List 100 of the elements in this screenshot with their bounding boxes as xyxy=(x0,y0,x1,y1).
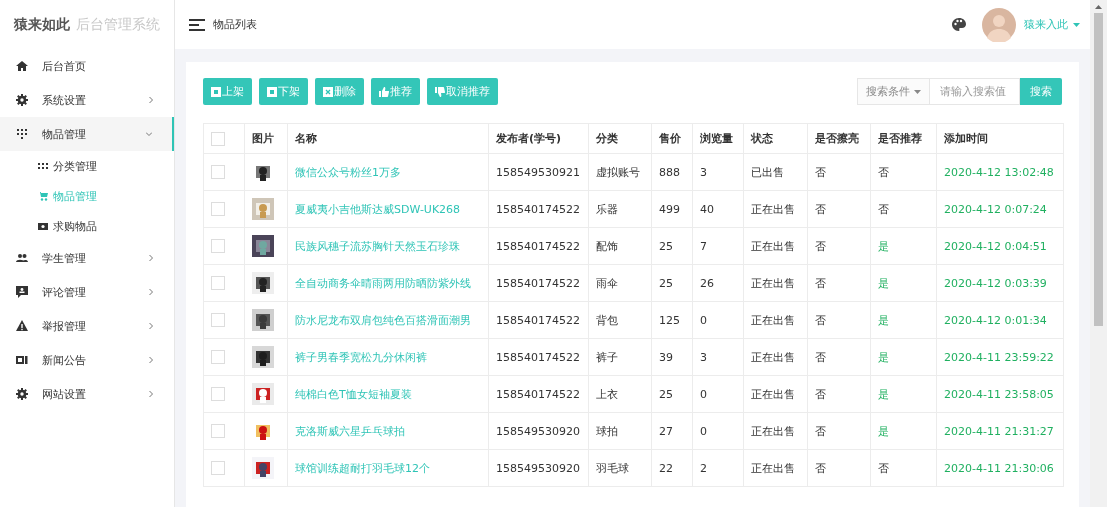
item-name-link[interactable]: 克洛斯威六星乒乓球拍 xyxy=(287,412,489,450)
table-cell: 配饰 xyxy=(588,227,652,265)
square-icon xyxy=(211,86,221,97)
table-cell: 2020-4-12 0:01:34 xyxy=(936,301,1064,339)
table-cell: 2020-4-11 21:31:27 xyxy=(936,412,1064,450)
sidebar-item[interactable]: 网站设置 xyxy=(0,377,174,411)
table-cell: 25 xyxy=(651,264,693,302)
sidebar-item[interactable]: 举报管理 xyxy=(0,309,174,343)
scroll-up-icon[interactable] xyxy=(1095,5,1102,9)
submenu-item[interactable]: 物品管理 xyxy=(0,181,174,211)
ticket-icon xyxy=(38,221,48,231)
item-name-link[interactable]: 夏威夷小吉他斯达威SDW-UK268 xyxy=(287,190,489,228)
chevron-icon xyxy=(148,255,154,261)
grid-icon xyxy=(38,161,48,171)
table-cell: 2020-4-12 0:07:24 xyxy=(936,190,1064,228)
table-cell: 158549530920 xyxy=(488,412,589,450)
people-icon xyxy=(16,252,28,264)
item-name-link[interactable]: 全自动商务伞晴雨两用防晒防紫外线 xyxy=(287,264,489,302)
submenu-item[interactable]: 求购物品 xyxy=(0,211,174,241)
toolbar-button[interactable]: 上架 xyxy=(203,78,252,105)
checkbox[interactable] xyxy=(211,313,225,327)
table-cell: 0 xyxy=(692,412,744,450)
toolbar-button[interactable]: 删除 xyxy=(315,78,364,105)
table-cell: 25 xyxy=(651,227,693,265)
toolbar-button[interactable]: 推荐 xyxy=(371,78,420,105)
user-menu[interactable]: 猿来入此 xyxy=(1024,17,1080,32)
checkbox[interactable] xyxy=(211,424,225,438)
checkbox[interactable] xyxy=(211,387,225,401)
sidebar-item[interactable]: 评论管理 xyxy=(0,275,174,309)
table-cell: 否 xyxy=(807,153,871,191)
checkbox[interactable] xyxy=(211,350,225,364)
column-header: 是否推荐 xyxy=(870,123,937,154)
column-header: 状态 xyxy=(743,123,808,154)
search-field[interactable]: 请输入搜索值 xyxy=(930,78,1020,105)
checkbox[interactable] xyxy=(211,461,225,475)
table-cell: 是 xyxy=(870,227,937,265)
gear-icon xyxy=(16,388,28,400)
table-cell: 158549530920 xyxy=(488,449,589,487)
checkbox[interactable] xyxy=(211,239,225,253)
submenu-item[interactable]: 分类管理 xyxy=(0,151,174,181)
item-name-link[interactable]: 民族风穗子流苏胸针天然玉石珍珠 xyxy=(287,227,489,265)
chevron-icon xyxy=(148,97,154,103)
column-header: 添加时间 xyxy=(936,123,1064,154)
table-cell: 0 xyxy=(692,301,744,339)
sidebar-item[interactable]: 后台首页 xyxy=(0,49,174,83)
table-cell: 否 xyxy=(807,375,871,413)
checkbox[interactable] xyxy=(211,131,225,146)
table-cell: 158540174522 xyxy=(488,227,589,265)
checkbox[interactable] xyxy=(211,202,225,216)
column-header: 图片 xyxy=(244,123,288,154)
sidebar-item[interactable]: 学生管理 xyxy=(0,241,174,275)
table-cell: 39 xyxy=(651,338,693,376)
sidebar-item[interactable]: 系统设置 xyxy=(0,83,174,117)
caret-icon xyxy=(914,89,921,94)
table-cell: 正在出售 xyxy=(743,338,808,376)
item-name-link[interactable]: 纯棉白色T恤女短袖夏装 xyxy=(287,375,489,413)
table-cell: 25 xyxy=(651,375,693,413)
sidebar-item[interactable]: 新闻公告 xyxy=(0,343,174,377)
item-name-link[interactable]: 裤子男春季宽松九分休闲裤 xyxy=(287,338,489,376)
toolbar-button[interactable]: 下架 xyxy=(259,78,308,105)
item-name-link[interactable]: 防水尼龙布双肩包纯色百搭滑面潮男 xyxy=(287,301,489,339)
search-condition-dropdown[interactable]: 搜索条件 xyxy=(857,78,930,105)
avatar-icon[interactable] xyxy=(982,7,1016,42)
chevron-icon xyxy=(146,131,152,137)
chevron-icon xyxy=(148,391,154,397)
table-cell: 7 xyxy=(692,227,744,265)
table-cell: 否 xyxy=(870,449,937,487)
toolbar-button[interactable]: 取消推荐 xyxy=(427,78,498,105)
table-cell: 是 xyxy=(870,338,937,376)
palette-icon[interactable] xyxy=(952,18,966,31)
table-cell: 裤子 xyxy=(588,338,652,376)
menu-icon[interactable] xyxy=(189,18,205,31)
table-cell: 否 xyxy=(807,412,871,450)
table-cell: 27 xyxy=(651,412,693,450)
table-cell: 2020-4-11 23:59:22 xyxy=(936,338,1064,376)
table-cell: 正在出售 xyxy=(743,301,808,339)
item-name-link[interactable]: 球馆训练超耐打羽毛球12个 xyxy=(287,449,489,487)
scrollbar-thumb[interactable] xyxy=(1094,13,1103,326)
column-header: 是否擦亮 xyxy=(807,123,871,154)
table-cell: 球拍 xyxy=(588,412,652,450)
checkbox[interactable] xyxy=(211,165,225,179)
table-cell: 26 xyxy=(692,264,744,302)
table-cell: 正在出售 xyxy=(743,264,808,302)
table-cell: 否 xyxy=(870,153,937,191)
table-cell: 2 xyxy=(692,449,744,487)
sidebar-item[interactable]: 物品管理 xyxy=(0,117,174,151)
table-cell: 2020-4-11 23:58:05 xyxy=(936,375,1064,413)
table-cell: 否 xyxy=(807,301,871,339)
column-header: 浏览量 xyxy=(692,123,744,154)
table-cell: 乐器 xyxy=(588,190,652,228)
table-cell: 是 xyxy=(870,375,937,413)
column-header: 名称 xyxy=(287,123,489,154)
table-cell: 125 xyxy=(651,301,693,339)
dots-icon xyxy=(16,128,28,140)
table-cell: 888 xyxy=(651,153,693,191)
scrollbar[interactable] xyxy=(1090,0,1107,507)
search-button[interactable]: 搜索 xyxy=(1020,78,1062,105)
column-header: 售价 xyxy=(651,123,693,154)
checkbox[interactable] xyxy=(211,276,225,290)
item-name-link[interactable]: 微信公众号粉丝1万多 xyxy=(287,153,489,191)
